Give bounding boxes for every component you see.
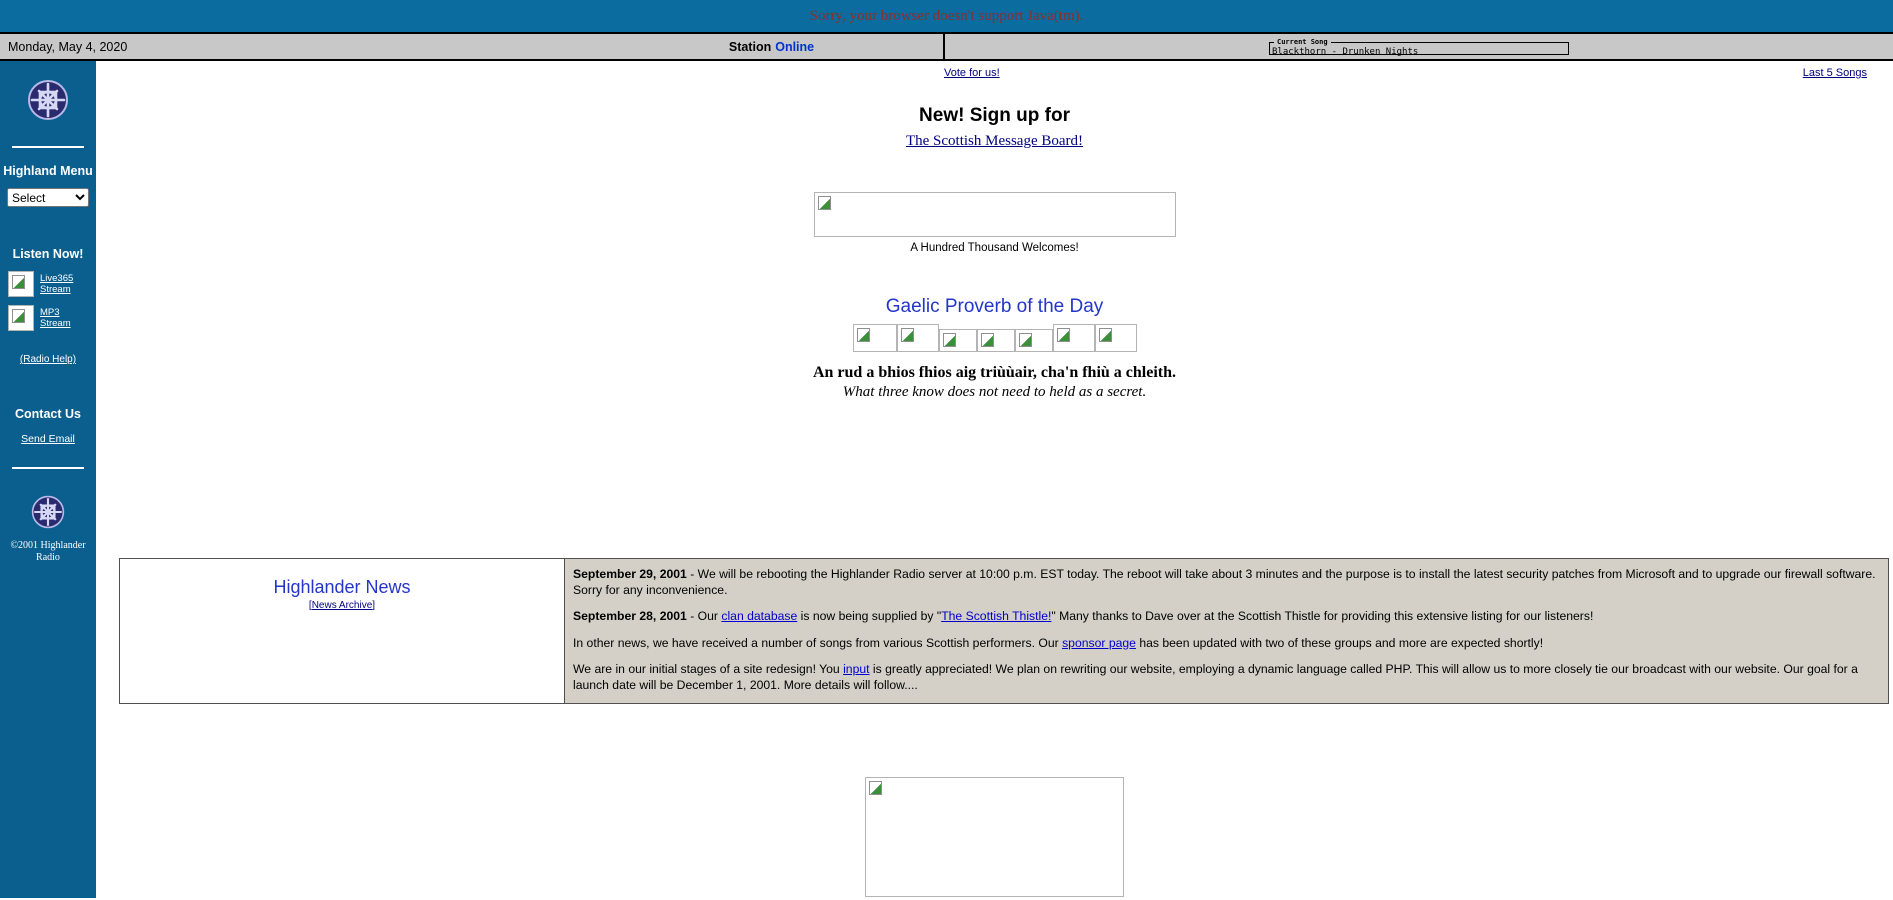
clan-database-link[interactable]: clan database <box>721 609 797 623</box>
stream-label-mp3[interactable]: MP3 Stream <box>40 307 71 329</box>
input-link[interactable]: input <box>843 662 869 676</box>
highlander-news-table: Highlander News [News Archive] September… <box>119 558 1889 704</box>
sidebar-divider-2 <box>12 467 84 469</box>
signup-block: New! Sign up for The Scottish Message Bo… <box>96 105 1893 150</box>
news-item-body: We will be rebooting the Highlander Radi… <box>573 567 1876 597</box>
broken-image-icon <box>938 329 977 352</box>
news-item-text: is now being supplied by " <box>797 609 942 623</box>
news-item-text: " Many thanks to Dave over at the Scotti… <box>1051 609 1594 623</box>
news-title: Highlander News <box>273 577 411 597</box>
broken-image-icon <box>813 192 1176 237</box>
celtic-knot-icon <box>0 79 96 126</box>
news-item-dash: - <box>686 567 698 581</box>
status-bar: Monday, May 4, 2020 Station Online Curre… <box>0 34 1893 61</box>
news-item-text: Our <box>697 609 722 623</box>
stream-label-line1: Live365 <box>40 273 74 284</box>
broken-image-icon <box>1052 324 1095 352</box>
scottish-thistle-link[interactable]: The Scottish Thistle! <box>941 609 1051 623</box>
sidebar-divider-1 <box>12 146 84 148</box>
broken-image-icon <box>1014 329 1053 352</box>
list-item: September 28, 2001 - Our clan database i… <box>573 609 1876 625</box>
sidebar: Highland Menu Select Listen Now! Live365… <box>0 61 96 898</box>
highland-menu-heading: Highland Menu <box>3 164 93 178</box>
broken-image-icon <box>8 271 34 297</box>
stream-label-live365[interactable]: Live365 Stream <box>40 273 73 295</box>
news-item-text: has been updated with two of these group… <box>1135 635 1544 650</box>
signup-title: New! Sign up for <box>919 105 1070 126</box>
vote-for-us-link[interactable]: Vote for us! <box>944 67 1000 79</box>
bottom-image-block <box>96 777 1893 897</box>
news-item-date: September 28, 2001 <box>573 609 687 623</box>
gaelic-proverb-title: Gaelic Proverb of the Day <box>885 296 1104 317</box>
java-applet-banner: Sorry, your browser doesn't support Java… <box>0 0 1893 34</box>
broken-image-icon <box>896 324 939 352</box>
news-item-date: September 29, 2001 <box>573 567 687 581</box>
station-label: Station <box>728 39 772 54</box>
last-5-songs-link[interactable]: Last 5 Songs <box>1803 67 1867 79</box>
list-item: September 29, 2001 - We will be rebootin… <box>573 567 1876 598</box>
station-state: Online <box>775 39 815 54</box>
current-song-cell: Current Song Blackthorn - Drunken Nights <box>945 34 1893 59</box>
copyright-line-1: ©2001 Highlander <box>10 540 86 551</box>
gaelic-proverb-translation: What three know does not need to held as… <box>842 384 1147 400</box>
main-content: Vote for us! Last 5 Songs New! Sign up f… <box>96 61 1893 898</box>
copyright-notice: ©2001 Highlander Radio <box>0 540 96 564</box>
gaelic-proverb-text: An rud a bhios fhios aig triùùair, cha'n… <box>812 364 1177 381</box>
news-archive-link[interactable]: [News Archive] <box>121 600 563 611</box>
broken-image-icon <box>976 329 1015 352</box>
gaelic-proverb-images <box>96 324 1893 352</box>
celtic-knot-icon-footer <box>0 495 96 534</box>
page-body: Highland Menu Select Listen Now! Live365… <box>0 61 1893 898</box>
broken-image-icon <box>852 324 897 352</box>
stream-item-live365[interactable]: Live365 Stream <box>8 271 96 297</box>
copyright-line-2: Radio <box>36 552 60 563</box>
broken-image-icon <box>8 305 34 331</box>
broken-image-icon <box>865 777 1124 897</box>
radio-help-link[interactable]: (Radio Help) <box>20 354 76 365</box>
list-item: We are in our initial stages of a site r… <box>573 662 1876 693</box>
welcome-caption: A Hundred Thousand Welcomes! <box>910 242 1079 254</box>
current-song-fieldset: Current Song Blackthorn - Drunken Nights <box>1269 38 1569 57</box>
broken-image-icon <box>1094 324 1137 352</box>
java-banner-message: Sorry, your browser doesn't support Java… <box>809 7 1084 24</box>
current-date: Monday, May 4, 2020 <box>8 39 128 54</box>
table-row: Highlander News [News Archive] September… <box>119 558 1889 704</box>
station-status: Station Online <box>600 34 945 59</box>
news-archive-label[interactable]: News Archive <box>312 600 373 611</box>
sponsor-page-link[interactable]: sponsor page <box>1062 636 1136 650</box>
contact-us-heading: Contact Us <box>15 407 81 421</box>
listen-now-heading: Listen Now! <box>12 247 84 261</box>
radio-help-wrap: (Radio Help) <box>0 349 96 367</box>
news-item-text: In other news, we have received a number… <box>573 635 1063 650</box>
current-song-legend: Current Song <box>1277 38 1328 46</box>
news-items-cell: September 29, 2001 - We will be rebootin… <box>564 558 1889 704</box>
list-item: In other news, we have received a number… <box>573 636 1876 652</box>
stream-label-line2: Stream <box>40 284 71 295</box>
stream-item-mp3[interactable]: MP3 Stream <box>8 305 96 331</box>
news-heading-cell: Highlander News [News Archive] <box>119 558 565 704</box>
stream-label-line1: MP3 <box>40 307 60 318</box>
gaelic-proverb-block: Gaelic Proverb of the Day An rud a bhios… <box>96 296 1893 401</box>
send-email-link[interactable]: Send Email <box>21 433 75 445</box>
news-item-text: We are in our initial stages of a site r… <box>573 662 844 676</box>
stream-label-line2: Stream <box>40 318 71 329</box>
highland-menu-select[interactable]: Select <box>7 188 89 207</box>
scottish-message-board-link[interactable]: The Scottish Message Board! <box>906 133 1083 149</box>
news-item-dash: - <box>686 609 698 623</box>
welcome-banner-block: A Hundred Thousand Welcomes! <box>96 192 1893 254</box>
top-links-row: Vote for us! Last 5 Songs <box>96 61 1893 85</box>
current-song-value: Blackthorn - Drunken Nights <box>1272 47 1419 57</box>
